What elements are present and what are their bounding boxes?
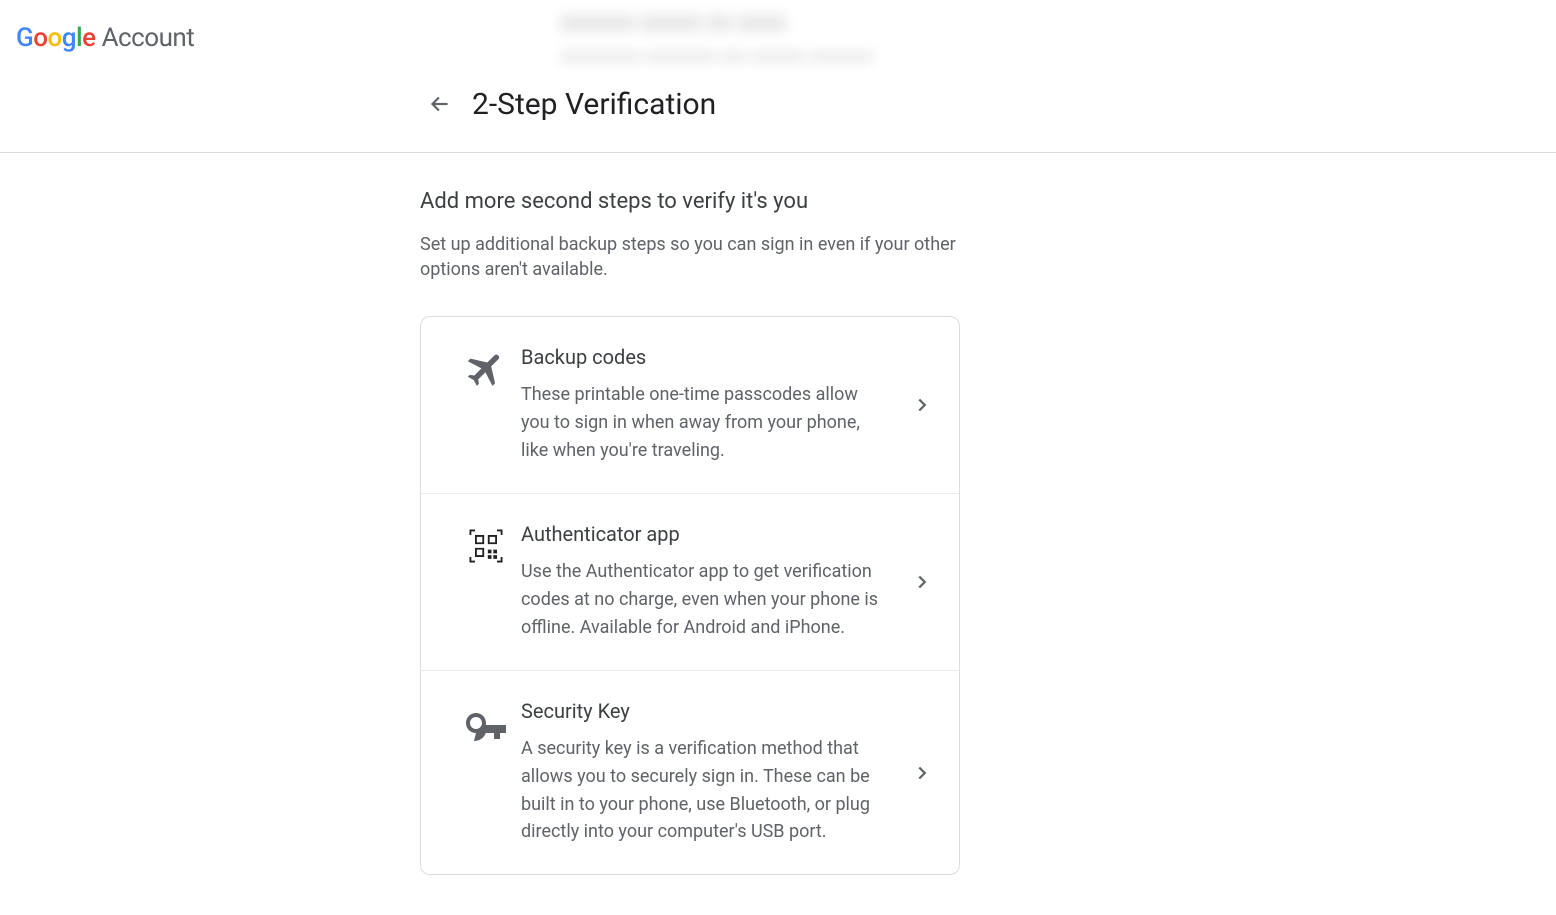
airplane-icon bbox=[451, 345, 521, 391]
options-card: Backup codes These printable one-time pa… bbox=[420, 316, 960, 875]
option-title: Authenticator app bbox=[521, 522, 879, 546]
page-title: 2-Step Verification bbox=[472, 87, 716, 122]
section-sub: Set up additional backup steps so you ca… bbox=[420, 232, 960, 282]
chevron-right-icon bbox=[911, 571, 933, 593]
option-authenticator-app[interactable]: Authenticator app Use the Authenticator … bbox=[421, 494, 959, 671]
page-header: 2-Step Verification bbox=[0, 64, 1556, 153]
chevron-right-icon bbox=[911, 394, 933, 416]
google-account-logo: Google Account bbox=[16, 23, 194, 53]
option-title: Backup codes bbox=[521, 345, 879, 369]
section-heading: Add more second steps to verify it's you bbox=[420, 189, 960, 214]
option-backup-codes[interactable]: Backup codes These printable one-time pa… bbox=[421, 317, 959, 494]
top-bar: Google Account bbox=[0, 0, 1556, 64]
arrow-left-icon bbox=[427, 91, 453, 117]
chevron-right-icon bbox=[911, 762, 933, 784]
option-desc: Use the Authenticator app to get verific… bbox=[521, 558, 879, 642]
option-desc: A security key is a verification method … bbox=[521, 735, 879, 847]
option-title: Security Key bbox=[521, 699, 879, 723]
option-desc: These printable one-time passcodes allow… bbox=[521, 381, 879, 465]
product-label: Account bbox=[102, 23, 195, 53]
back-button[interactable] bbox=[420, 84, 460, 124]
key-icon bbox=[451, 699, 521, 749]
content: Add more second steps to verify it's you… bbox=[0, 153, 960, 915]
qr-code-icon bbox=[451, 522, 521, 568]
option-security-key[interactable]: Security Key A security key is a verific… bbox=[421, 671, 959, 875]
